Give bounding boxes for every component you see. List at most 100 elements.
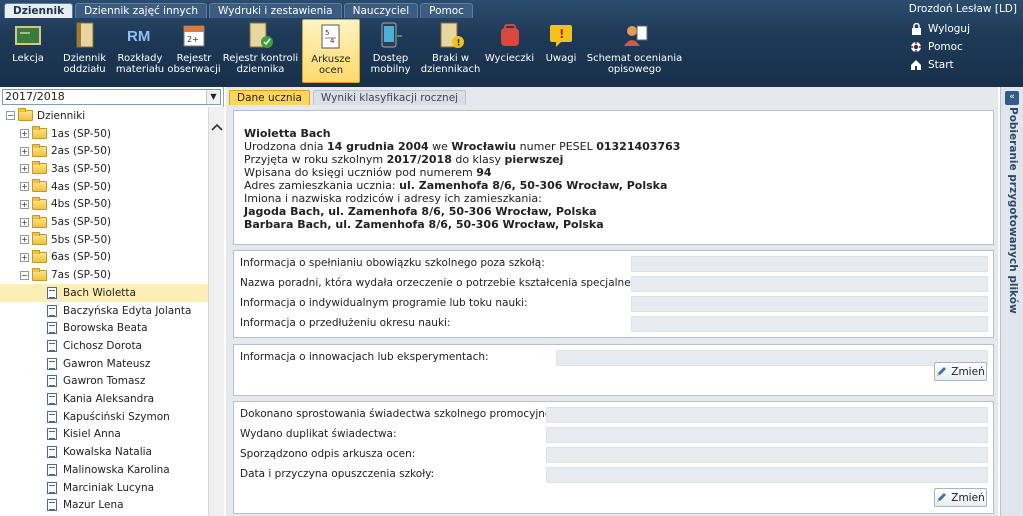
folder-icon bbox=[32, 126, 47, 140]
birth-line: Urodzona dnia 14 grudnia 2004 we Wrocław… bbox=[244, 140, 681, 153]
toolbar-label-line2: mobilny bbox=[370, 64, 411, 75]
toolbar-label-line1: Schemat oceniania bbox=[586, 53, 683, 64]
toolbar-button-lesson[interactable]: Lekcja bbox=[0, 19, 56, 83]
field-value[interactable] bbox=[546, 407, 988, 423]
tree-class-6[interactable]: +5bs (SP-50) bbox=[0, 231, 208, 249]
tree-class-label: 5bs (SP-50) bbox=[51, 233, 112, 246]
toolbar-label-line1: Rejestr kontroli bbox=[222, 53, 299, 64]
chevron-down-icon[interactable]: ▼ bbox=[206, 90, 220, 104]
expand-icon[interactable]: + bbox=[20, 217, 29, 227]
toolbar-button-mobile-access[interactable]: Dostęp mobilny bbox=[362, 19, 419, 83]
tree-class-0[interactable]: +1as (SP-50) bbox=[0, 125, 208, 143]
toolbar-label-line1: Braki w bbox=[431, 53, 470, 64]
expand-icon[interactable]: + bbox=[20, 252, 29, 262]
files-panel-title[interactable]: Pobieranie przygotowanych plików bbox=[1005, 107, 1019, 367]
tree-student-6[interactable]: Kania Aleksandra bbox=[0, 390, 208, 408]
toolbar-label-line1: Rejestr bbox=[176, 53, 212, 64]
student-data-panel: Wioletta Bach Urodzona dnia 14 grudnia 2… bbox=[233, 110, 994, 245]
side-link-label: Start bbox=[928, 59, 954, 71]
tree-scrollbar[interactable] bbox=[208, 107, 224, 516]
toolbar-button-journal-gaps[interactable]: ! Braki w dziennikach bbox=[419, 19, 482, 83]
field-value[interactable] bbox=[546, 467, 988, 483]
toolbar-button-rm[interactable]: RM Rozkłady materiału bbox=[113, 19, 167, 83]
field-value[interactable] bbox=[631, 276, 988, 292]
svg-text:2+: 2+ bbox=[187, 35, 199, 44]
toolbar-label-line1: Dziennik bbox=[62, 53, 107, 64]
toolbar-button-descriptive-grading[interactable]: Schemat oceniania opisowego bbox=[585, 19, 684, 83]
tree-class-7[interactable]: +6as (SP-50) bbox=[0, 249, 208, 267]
collapse-icon[interactable]: − bbox=[6, 111, 15, 121]
menu-tab-4[interactable]: Pomoc bbox=[420, 3, 473, 18]
side-link-start[interactable]: Start bbox=[910, 58, 970, 72]
tree-student-label: Borowska Beata bbox=[63, 322, 148, 335]
field-value[interactable] bbox=[631, 296, 988, 312]
tree-student-9[interactable]: Kowalska Natalia bbox=[0, 443, 208, 461]
tree-student-4[interactable]: Gawron Mateusz bbox=[0, 355, 208, 373]
side-link-wyloguj[interactable]: Wyloguj bbox=[910, 22, 970, 36]
tree-class-2[interactable]: +3as (SP-50) bbox=[0, 160, 208, 178]
school-year-select[interactable]: 2017/2018 ▼ bbox=[2, 89, 221, 105]
toolbar-button-grade-sheets[interactable]: 5 4 Arkusze ocen bbox=[302, 19, 360, 83]
tree-student-2[interactable]: Borowska Beata bbox=[0, 319, 208, 337]
field-value[interactable] bbox=[546, 427, 988, 443]
toolbar-button-trips[interactable]: Wycieczki bbox=[482, 19, 537, 83]
chevron-up-icon[interactable] bbox=[209, 120, 225, 134]
toolbar-button-class-journal[interactable]: Dziennik oddziału bbox=[56, 19, 113, 83]
student-document-icon bbox=[47, 428, 57, 441]
tree-class-1[interactable]: +2as (SP-50) bbox=[0, 142, 208, 160]
field-label: Dokonano sprostowania świadectwa szkolne… bbox=[240, 408, 568, 420]
tree-student-3[interactable]: Cichosz Dorota bbox=[0, 337, 208, 355]
tree-class-label: 2as (SP-50) bbox=[51, 145, 112, 158]
field-value[interactable] bbox=[631, 316, 988, 332]
tree-student-1[interactable]: Baczyńska Edyta Jolanta bbox=[0, 302, 208, 320]
field-value[interactable] bbox=[546, 447, 988, 463]
lesson-icon bbox=[14, 22, 42, 50]
menu-tab-0[interactable]: Dziennik bbox=[4, 3, 74, 18]
admission-line: Przyjęta w roku szkolnym 2017/2018 do kl… bbox=[244, 153, 564, 166]
edit-button[interactable]: Zmień bbox=[934, 488, 987, 507]
side-link-pomoc[interactable]: Pomoc bbox=[910, 40, 970, 54]
toolbar-button-control-register[interactable]: Rejestr kontroli dziennika bbox=[221, 19, 300, 83]
main-menu-tabs: Dziennik Dziennik zajęć innych Wydruki i z… bbox=[4, 3, 473, 18]
app-window: Dziennik Dziennik zajęć innych Wydruki i z… bbox=[0, 0, 1023, 516]
tree-class-8[interactable]: − 7as (SP-50) bbox=[0, 266, 208, 284]
toolbar-button-observation-register[interactable]: 2+ Rejestr obserwacji bbox=[167, 19, 221, 83]
folder-icon bbox=[32, 143, 47, 157]
field-value[interactable] bbox=[631, 256, 988, 272]
svg-text:!: ! bbox=[559, 27, 564, 41]
tree-student-11[interactable]: Marciniak Lucyna bbox=[0, 479, 208, 497]
tree-student-12[interactable]: Mazur Lena bbox=[0, 496, 208, 514]
tree-student-0[interactable]: Bach Wioletta bbox=[0, 284, 208, 302]
tree-student-5[interactable]: Gawron Tomasz bbox=[0, 373, 208, 391]
parent-2: Barbara Bach, ul. Zamenhofa 8/6, 50-306 … bbox=[244, 218, 604, 231]
expand-panel-icon[interactable]: « bbox=[1005, 91, 1019, 105]
tree-student-label: Kania Aleksandra bbox=[63, 393, 155, 406]
tree-student-8[interactable]: Kisiel Anna bbox=[0, 426, 208, 444]
pencil-icon bbox=[936, 492, 947, 503]
toolbar-label-line2: materiału bbox=[115, 64, 165, 75]
field-value[interactable] bbox=[556, 350, 988, 366]
menu-tab-2[interactable]: Wydruki i zestawienia bbox=[209, 3, 342, 18]
expand-icon[interactable]: + bbox=[20, 182, 29, 192]
toolbar-label-line2: dziennikach bbox=[420, 64, 481, 75]
content-tab-0[interactable]: Dane ucznia bbox=[229, 90, 310, 105]
expand-icon[interactable]: + bbox=[20, 146, 29, 156]
toolbar-label-line1: Wycieczki bbox=[484, 53, 535, 64]
menu-tab-1[interactable]: Dziennik zajęć innych bbox=[75, 3, 208, 18]
tree-class-4[interactable]: +4bs (SP-50) bbox=[0, 196, 208, 214]
expand-icon[interactable]: + bbox=[20, 235, 29, 245]
tree-root[interactable]: − Dzienniki bbox=[0, 107, 208, 125]
tree-class-5[interactable]: +5as (SP-50) bbox=[0, 213, 208, 231]
tree-class-3[interactable]: +4as (SP-50) bbox=[0, 178, 208, 196]
menu-tab-3[interactable]: Nauczyciel bbox=[343, 3, 419, 18]
expand-icon[interactable]: + bbox=[20, 199, 29, 209]
tree-student-7[interactable]: Kapuściński Szymon bbox=[0, 408, 208, 426]
content-tab-1[interactable]: Wyniki klasyfikacji rocznej bbox=[312, 90, 467, 105]
tree-student-10[interactable]: Malinowska Karolina bbox=[0, 461, 208, 479]
expand-icon[interactable]: + bbox=[20, 129, 29, 139]
toolbar-button-remarks[interactable]: ! Uwagi bbox=[537, 19, 585, 83]
tree-student-label: Cichosz Dorota bbox=[63, 339, 142, 352]
edit-button[interactable]: Zmień bbox=[934, 362, 987, 381]
collapse-icon[interactable]: − bbox=[20, 270, 29, 280]
expand-icon[interactable]: + bbox=[20, 164, 29, 174]
